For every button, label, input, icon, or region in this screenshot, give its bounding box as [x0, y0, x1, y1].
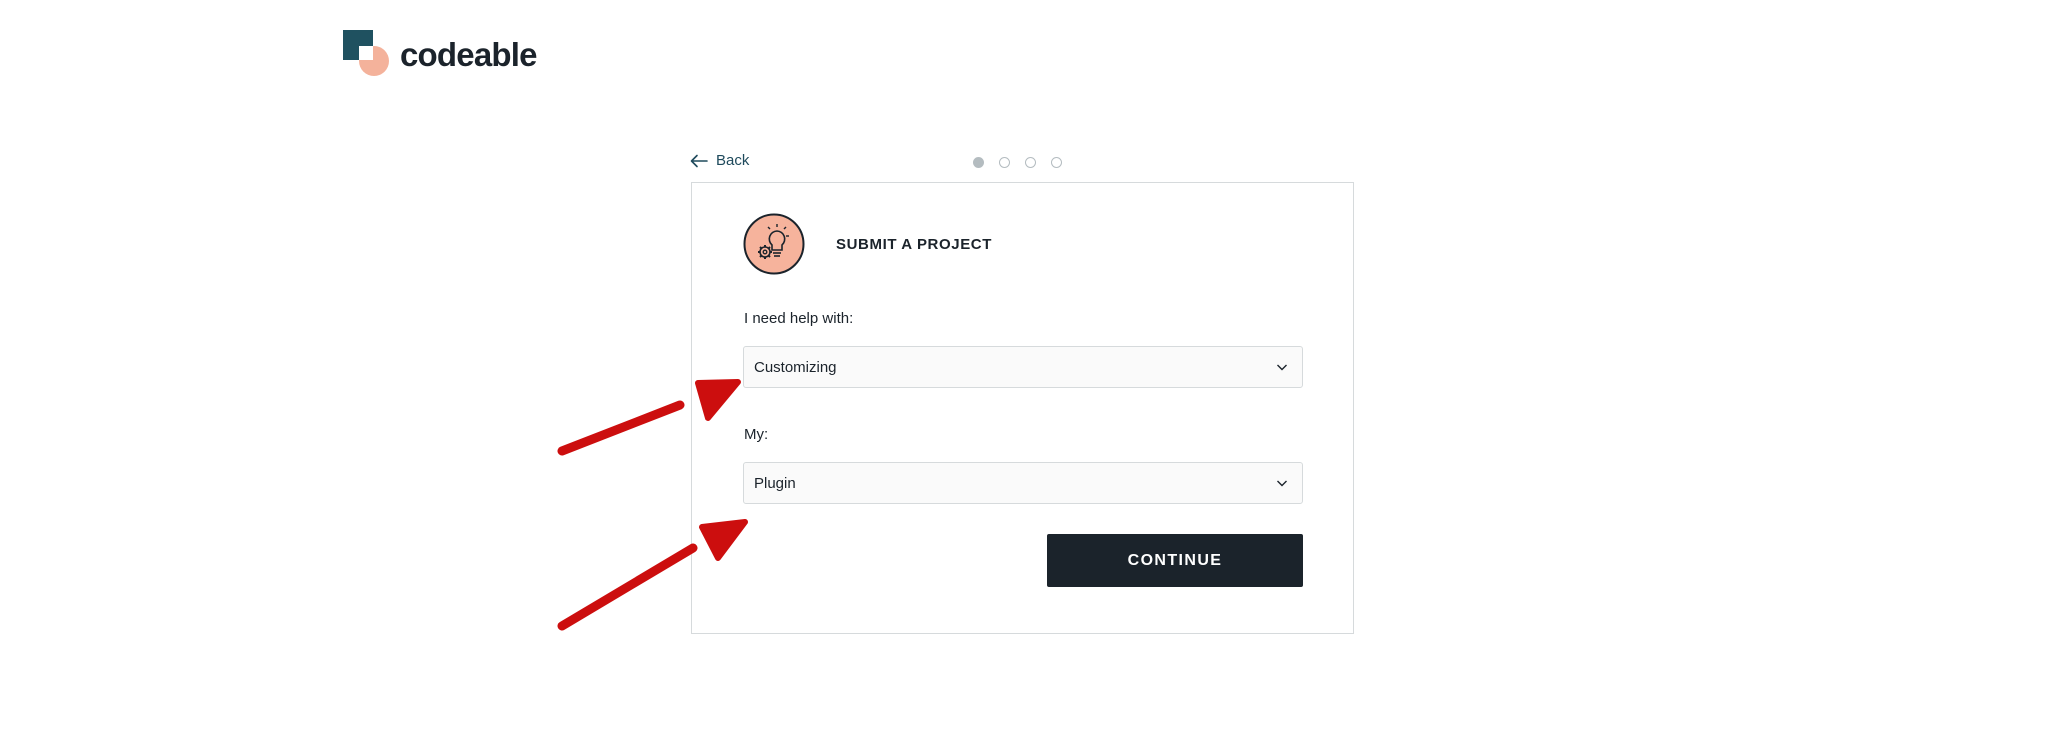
- lightbulb-gear-icon: [743, 213, 805, 275]
- chevron-down-icon: [1277, 480, 1287, 487]
- codeable-logo-icon: [343, 30, 389, 76]
- card-title: SUBMIT A PROJECT: [836, 236, 992, 253]
- my-select[interactable]: Plugin: [743, 462, 1303, 504]
- step-indicator: [973, 157, 1062, 168]
- continue-button[interactable]: CONTINUE: [1047, 534, 1303, 587]
- submit-project-card: SUBMIT A PROJECT I need help with: Custo…: [691, 182, 1354, 634]
- back-link[interactable]: Back: [690, 152, 749, 169]
- step-dot-3: [1025, 157, 1036, 168]
- step-dot-2: [999, 157, 1010, 168]
- my-label: My:: [744, 426, 769, 443]
- help-with-select[interactable]: Customizing: [743, 346, 1303, 388]
- my-value: Plugin: [754, 474, 796, 492]
- help-with-value: Customizing: [754, 358, 837, 376]
- brand-name: codeable: [400, 35, 537, 73]
- chevron-down-icon: [1277, 364, 1287, 371]
- help-with-label: I need help with:: [744, 310, 854, 327]
- arrow-left-icon: [690, 154, 708, 167]
- step-dot-4: [1051, 157, 1062, 168]
- brand-logo[interactable]: codeable: [343, 30, 537, 78]
- back-label: Back: [716, 152, 750, 169]
- step-dot-1: [973, 157, 984, 168]
